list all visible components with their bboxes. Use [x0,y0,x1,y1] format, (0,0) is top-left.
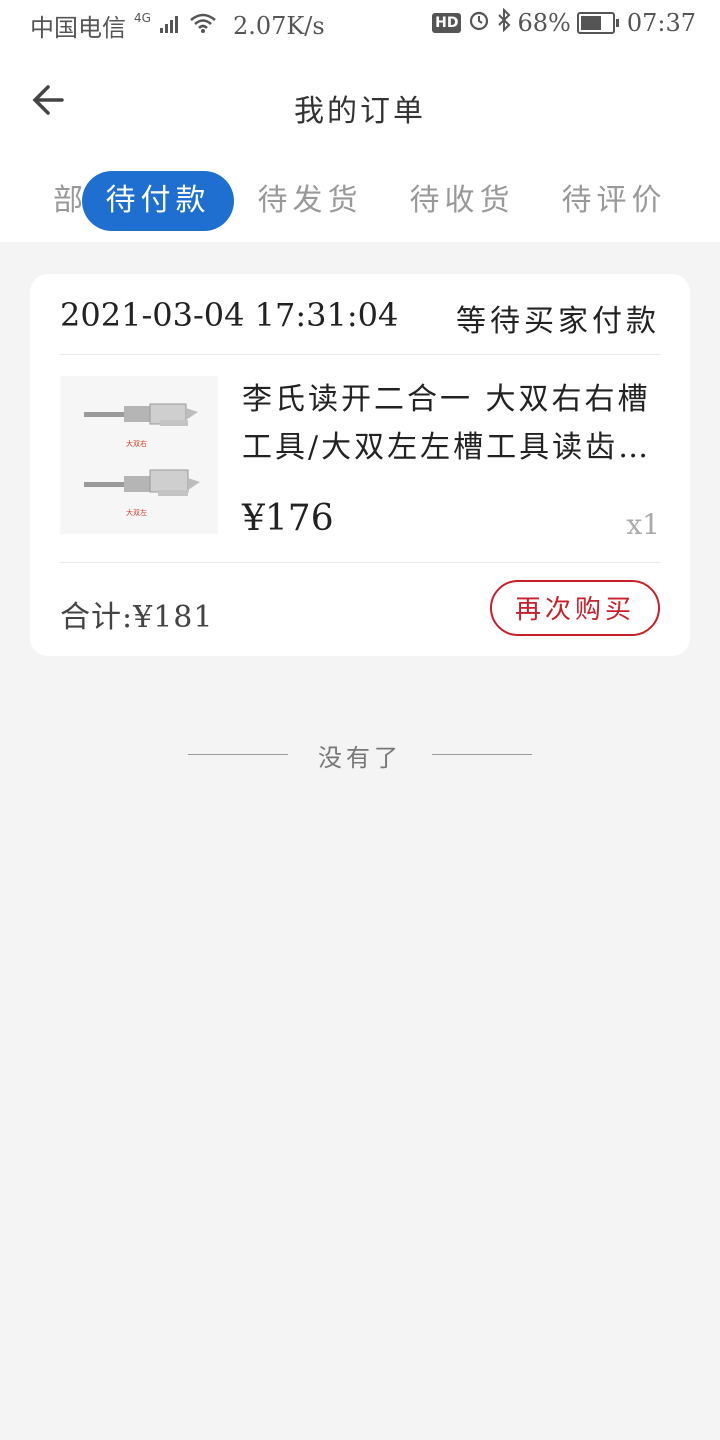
divider [60,354,660,355]
thumb-label-bottom: 大双左 [126,508,147,517]
wifi-icon [189,12,217,40]
status-left: 中国电信 4G 2.07K/s [30,8,325,43]
product-price: ¥176 [242,498,334,539]
order-card[interactable]: 2021-03-04 17:31:04 等待买家付款 大双右 大双左 李氏读开二… [30,274,690,656]
page-title: 我的订单 [294,94,426,129]
order-tabs: 部 待付款 待发货 待收货 待评价 [0,160,720,242]
battery-level [580,16,601,30]
battery-icon [576,12,619,34]
product-quantity: x1 [626,508,660,541]
rebuy-button[interactable]: 再次购买 [490,580,660,636]
product-name[interactable]: 李氏读开二合一 大双右右槽工具/大双左左槽工具读齿开锁 [242,376,662,472]
tab-pending-review[interactable]: 待评价 [538,171,690,231]
order-total: 合计:¥181 [60,600,214,635]
status-bar: 中国电信 4G 2.07K/s HD 68% 07:37 [0,0,720,50]
tab-pending-receipt[interactable]: 待收货 [386,171,538,231]
tab-all[interactable]: 部 [0,171,88,231]
product-image[interactable]: 大双右 大双左 [60,376,218,534]
list-end-indicator: 没有了 [0,736,720,776]
bluetooth-icon [497,7,511,38]
carrier-label: 中国电信 [30,14,126,42]
network-type: 4G [134,10,151,25]
hd-badge: HD [432,13,462,33]
alarm-icon [467,8,491,38]
status-right: HD 68% 07:37 [432,7,696,38]
list-end-text: 没有了 [318,744,402,772]
divider [60,562,660,563]
key-tool-image: 大双右 大双左 [84,403,200,517]
divider-right [432,754,532,755]
network-speed: 2.07K/s [232,11,325,40]
tab-pending-shipment[interactable]: 待发货 [234,171,386,231]
tab-pending-payment[interactable]: 待付款 [82,171,234,231]
battery-percent: 68% [517,9,571,37]
header: 我的订单 [0,50,720,161]
signal-icon [159,12,181,40]
thumb-label-top: 大双右 [126,439,147,448]
clock: 07:37 [626,9,696,37]
order-status: 等待买家付款 [456,304,660,339]
order-time: 2021-03-04 17:31:04 [60,296,399,334]
